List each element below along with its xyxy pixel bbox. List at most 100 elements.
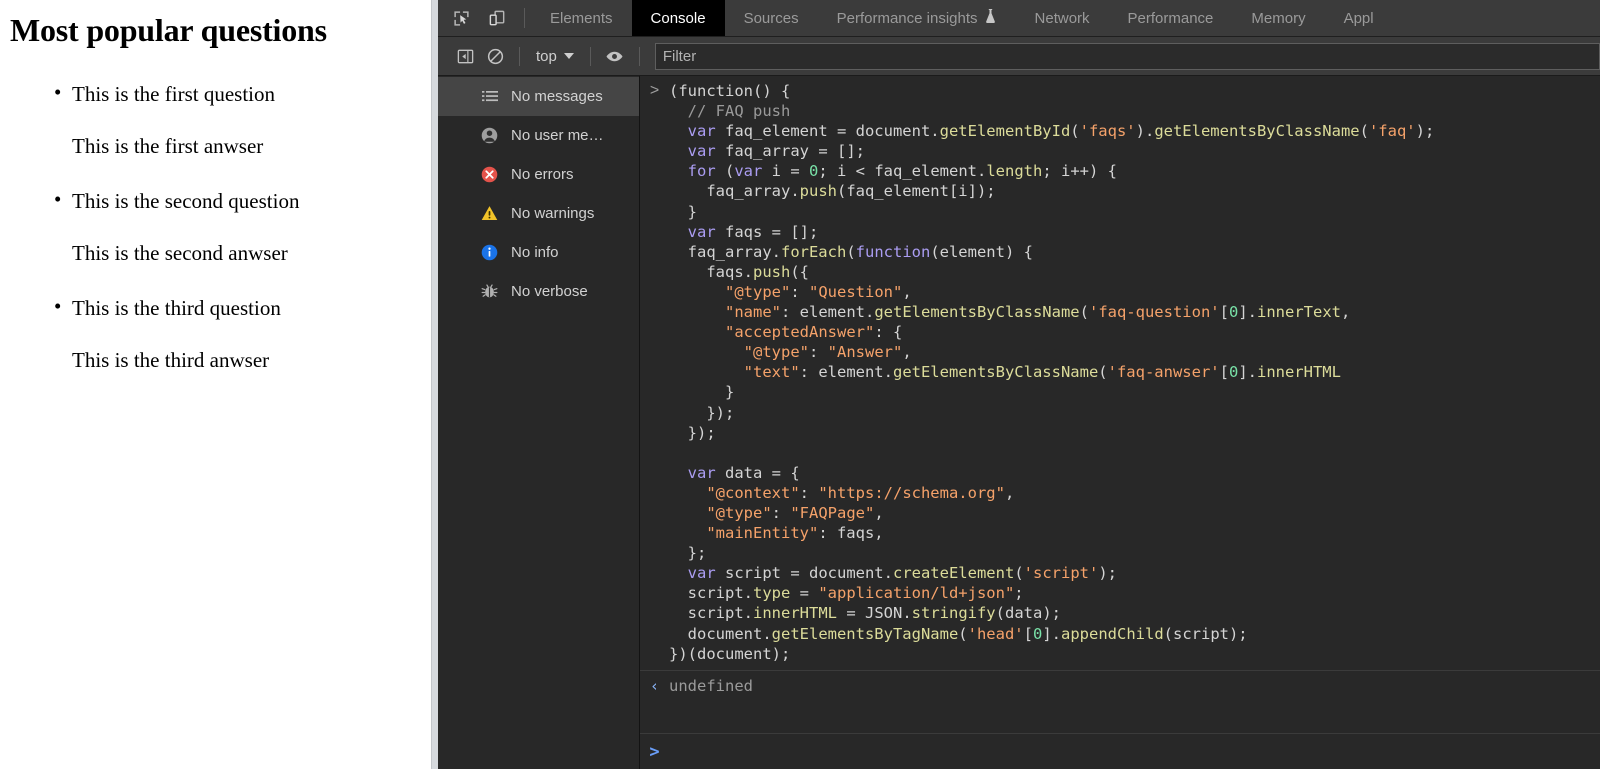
bug-icon bbox=[480, 282, 499, 301]
code-token: 'faq' bbox=[1369, 122, 1416, 140]
code-token: push bbox=[753, 263, 790, 281]
tab-label: Appl bbox=[1344, 10, 1374, 27]
code-token: "@type" bbox=[744, 343, 809, 361]
console-prompt-input[interactable] bbox=[669, 734, 1600, 769]
code-token: : bbox=[800, 484, 819, 502]
code-token: faq_array. bbox=[669, 182, 800, 200]
devtools-tool-icons bbox=[438, 0, 518, 36]
tab-label: Console bbox=[651, 10, 706, 27]
code-token: innerHTML bbox=[753, 604, 837, 622]
live-expressions-eye-icon[interactable] bbox=[600, 41, 630, 71]
page-title: Most popular questions bbox=[10, 12, 438, 49]
execution-context-select[interactable]: top bbox=[529, 43, 581, 69]
devtools-tabstrip: Elements Console Sources Performance ins… bbox=[438, 0, 1600, 37]
chevron-down-icon bbox=[564, 53, 574, 59]
code-token: for bbox=[688, 162, 716, 180]
code-token: faq_element = document. bbox=[716, 122, 940, 140]
code-token: } bbox=[669, 383, 734, 401]
prompt-caret: > bbox=[640, 742, 669, 762]
code-token: "Question" bbox=[809, 283, 902, 301]
sidebar-item-messages[interactable]: No messages bbox=[438, 77, 639, 116]
tab-performance-insights[interactable]: Performance insights bbox=[818, 0, 1016, 36]
code-token: ( bbox=[1014, 564, 1023, 582]
code-token: = bbox=[790, 584, 818, 602]
code-token: })(document); bbox=[669, 645, 790, 663]
tab-memory[interactable]: Memory bbox=[1232, 0, 1324, 36]
code-token: , bbox=[874, 504, 883, 522]
tab-console[interactable]: Console bbox=[632, 0, 725, 36]
sidebar-item-label: No user me… bbox=[511, 127, 604, 144]
console-sidebar-toggle-icon[interactable] bbox=[450, 41, 480, 71]
code-token bbox=[669, 102, 688, 120]
code-token: ; i < faq_element. bbox=[818, 162, 986, 180]
console-output: > (function() { // FAQ push var faq_elem… bbox=[640, 76, 1600, 769]
tab-application[interactable]: Appl bbox=[1325, 0, 1393, 36]
code-token bbox=[669, 343, 744, 361]
code-token bbox=[669, 464, 688, 482]
console-body: No messages No user me… bbox=[438, 76, 1600, 769]
code-token: : element. bbox=[781, 303, 874, 321]
sidebar-item-errors[interactable]: No errors bbox=[438, 155, 639, 194]
code-token: script = document. bbox=[716, 564, 893, 582]
code-token: data = { bbox=[716, 464, 800, 482]
code-token bbox=[669, 162, 688, 180]
code-token: length bbox=[986, 162, 1042, 180]
devtools-panel: Elements Console Sources Performance ins… bbox=[438, 0, 1600, 769]
filter-input[interactable] bbox=[655, 43, 1600, 70]
code-token: var bbox=[688, 142, 716, 160]
console-input-code: (function() { // FAQ push var faq_elemen… bbox=[669, 81, 1434, 664]
sidebar-item-verbose[interactable]: No verbose bbox=[438, 272, 639, 311]
console-result-message: ‹ undefined bbox=[640, 670, 1600, 703]
code-token: 'faq-question' bbox=[1089, 303, 1220, 321]
code-token: "acceptedAnswer" bbox=[725, 323, 874, 341]
list-icon bbox=[480, 87, 499, 106]
code-token: faq_array. bbox=[669, 243, 781, 261]
code-token: ( bbox=[846, 243, 855, 261]
faq-list: This is the first question This is the f… bbox=[8, 83, 438, 371]
device-toolbar-icon[interactable] bbox=[484, 5, 510, 31]
code-token bbox=[669, 142, 688, 160]
devtools-resize-handle[interactable] bbox=[431, 0, 438, 769]
code-token: var bbox=[688, 564, 716, 582]
tab-label: Memory bbox=[1251, 10, 1305, 27]
code-token: [ bbox=[1220, 363, 1229, 381]
code-token: (script); bbox=[1164, 625, 1248, 643]
tab-elements[interactable]: Elements bbox=[531, 0, 632, 36]
tabstrip-divider bbox=[524, 8, 525, 28]
code-token: var bbox=[734, 162, 762, 180]
code-token: : bbox=[809, 343, 828, 361]
code-token: [ bbox=[1220, 303, 1229, 321]
code-token bbox=[669, 564, 688, 582]
code-token bbox=[669, 524, 706, 542]
code-token: ( bbox=[1360, 122, 1369, 140]
code-token: ; i++) { bbox=[1042, 162, 1117, 180]
tab-performance[interactable]: Performance bbox=[1109, 0, 1233, 36]
code-token: }); bbox=[669, 404, 734, 422]
code-token: ]. bbox=[1238, 363, 1257, 381]
code-token: script. bbox=[669, 584, 753, 602]
clear-console-icon[interactable] bbox=[480, 41, 510, 71]
sidebar-item-label: No errors bbox=[511, 166, 574, 183]
code-token: "text" bbox=[744, 363, 800, 381]
input-caret: > bbox=[640, 81, 669, 664]
inspect-element-icon[interactable] bbox=[448, 5, 474, 31]
sidebar-item-warnings[interactable]: No warnings bbox=[438, 194, 639, 233]
code-token: stringify bbox=[912, 604, 996, 622]
sidebar-item-user-messages[interactable]: No user me… bbox=[438, 116, 639, 155]
console-prompt[interactable]: > bbox=[640, 733, 1600, 769]
sidebar-item-info[interactable]: No info bbox=[438, 233, 639, 272]
code-token: createElement bbox=[893, 564, 1014, 582]
console-message-list: > (function() { // FAQ push var faq_elem… bbox=[640, 76, 1600, 733]
tab-sources[interactable]: Sources bbox=[725, 0, 818, 36]
code-token bbox=[669, 223, 688, 241]
code-token: }; bbox=[669, 544, 706, 562]
code-token: getElementsByClassName bbox=[1154, 122, 1359, 140]
code-token: ( bbox=[1070, 122, 1079, 140]
tab-network[interactable]: Network bbox=[1016, 0, 1109, 36]
code-token: getElementsByTagName bbox=[772, 625, 959, 643]
code-token: ). bbox=[1136, 122, 1155, 140]
code-token: script. bbox=[669, 604, 753, 622]
console-input-message[interactable]: > (function() { // FAQ push var faq_elem… bbox=[640, 76, 1600, 670]
screenshot-root: Most popular questions This is the first… bbox=[0, 0, 1600, 769]
code-token: "@type" bbox=[706, 504, 771, 522]
